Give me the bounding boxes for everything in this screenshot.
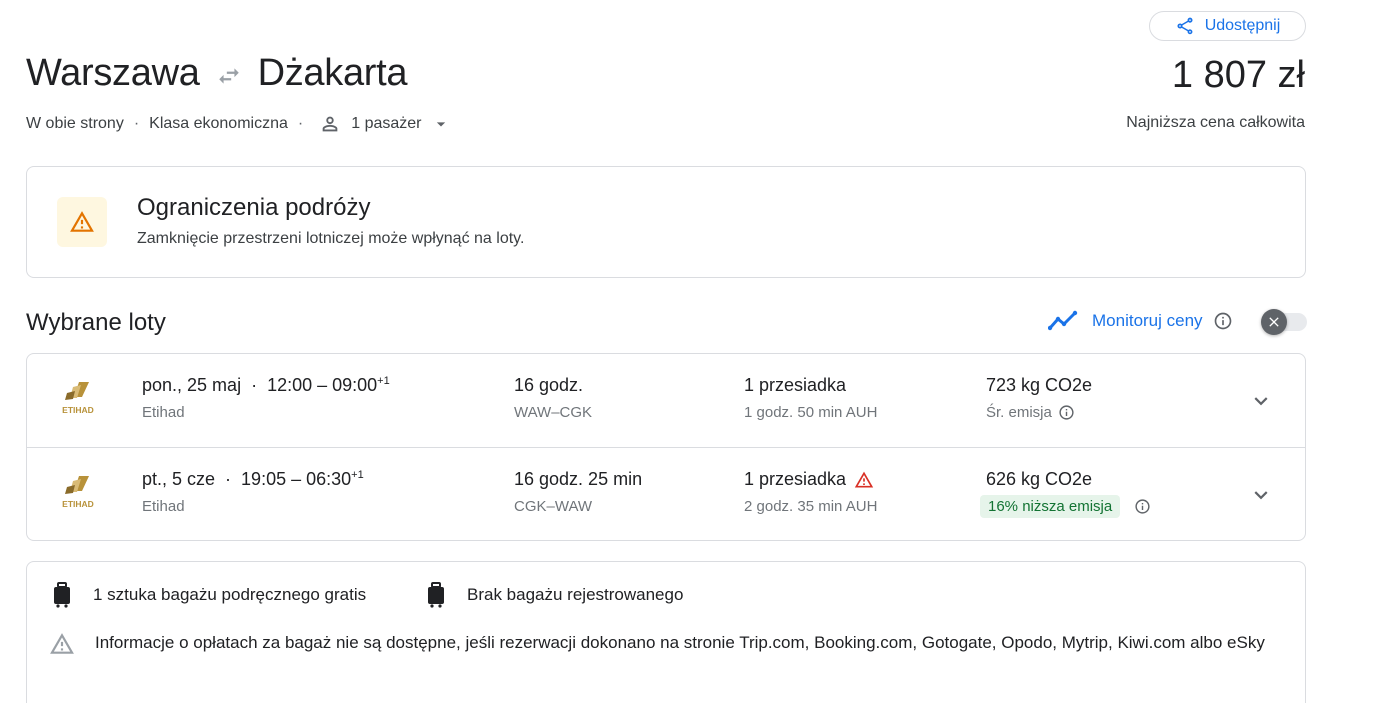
passenger-count[interactable]: 1 pasażer [351,115,421,133]
share-button[interactable]: Udostępnij [1149,11,1306,41]
co2-emissions: 626 kg CO2e [986,469,1093,489]
track-prices[interactable]: Monitoruj ceny [1048,310,1233,332]
trip-details: W obie strony · Klasa ekonomiczna · 1 pa… [26,113,451,135]
total-price: 1 807 zł [1171,54,1305,96]
airline-name: Etihad [142,404,185,421]
close-icon [1269,317,1279,327]
toggle-knob [1261,309,1287,335]
flight-route: CGK–WAW [514,498,593,515]
checked-bag-info: Brak bagażu rejestrowanego [425,582,683,608]
flight-duration: 16 godz. 25 min [514,469,643,489]
info-icon[interactable] [1213,311,1233,331]
alert-title: Ograniczenia podróży [137,194,371,221]
flight-route: WAW–CGK [514,404,593,421]
svg-text:ETIHAD: ETIHAD [62,405,94,415]
svg-text:ETIHAD: ETIHAD [62,499,94,509]
co2-emissions: 723 kg CO2e [986,375,1093,395]
selected-flights-card: ETIHAD pon., 25 maj · 12:00 – 09:00+1 Et… [26,353,1306,541]
warning-icon [50,633,74,654]
airline-name: Etihad [142,498,185,515]
stops-info: 1 przesiadka [744,375,846,396]
emission-label: Śr. emisja [986,404,1052,421]
caret-down-icon[interactable] [431,114,451,134]
chevron-down-icon[interactable] [1248,482,1274,508]
flight-row-outbound[interactable]: ETIHAD pon., 25 maj · 12:00 – 09:00+1 Et… [27,354,1305,448]
stops-count: 1 przesiadka [744,469,847,489]
flight-times: 12:00 – 09:00 [267,375,378,395]
baggage-fee-note: Informacje o opłatach za bagaż nie są do… [47,628,1297,658]
day-offset: +1 [377,375,390,387]
airline-logo: ETIHAD [62,476,94,509]
flight-times: 19:05 – 06:30 [241,469,352,489]
day-offset: +1 [351,469,364,481]
flight-date: pon., 25 maj [142,375,242,395]
section-title: Wybrane loty [26,309,166,336]
lower-emission-badge: 16% niższa emisja [980,495,1121,518]
flight-duration: 16 godz. [514,375,584,395]
checked-bag-label: Brak bagażu rejestrowanego [467,585,684,604]
stops-count: 1 przesiadka [744,375,847,395]
origin-city: Warszawa [26,52,200,94]
price-note: Najniższa cena całkowita [1126,114,1305,131]
info-icon[interactable] [1058,404,1075,421]
trend-icon [1048,310,1078,331]
flight-date: pt., 5 cze [142,469,216,489]
share-label: Udostępnij [1204,17,1281,34]
luggage-icon [54,582,70,608]
page-title: Warszawa Dżakarta [26,52,408,95]
destination-city: Dżakarta [257,52,408,94]
flight-date-time: pon., 25 maj · 12:00 – 09:00+1 [142,375,390,395]
separator-dot: · [297,115,304,132]
luggage-icon [428,582,444,608]
emission-note: 16% niższa emisja [980,495,1151,518]
warning-icon [70,211,94,232]
airline-logo: ETIHAD [62,382,94,415]
layover-info: 1 godz. 50 min AUH [744,404,878,421]
stops-info: 1 przesiadka [744,469,874,490]
flight-row-return[interactable]: ETIHAD pt., 5 cze · 19:05 – 06:30+1 Etih… [27,448,1305,540]
warning-icon-box [57,197,107,247]
carry-on-info: 1 sztuka bagażu podręcznego gratis [51,582,366,608]
track-prices-toggle[interactable] [1261,309,1307,335]
person-icon [322,116,338,132]
track-prices-label[interactable]: Monitoruj ceny [1092,311,1203,331]
info-icon[interactable] [1134,498,1151,515]
separator-dot: · [133,115,140,132]
trip-type: W obie strony [26,115,124,132]
emission-note: Śr. emisja [986,404,1075,421]
flight-date-time: pt., 5 cze · 19:05 – 06:30+1 [142,469,364,489]
alert-text: Zamknięcie przestrzeni lotniczej może wp… [137,230,525,247]
cabin-class: Klasa ekonomiczna [149,115,288,132]
travel-restrictions-card: Ograniczenia podróży Zamknięcie przestrz… [26,166,1306,278]
chevron-down-icon[interactable] [1248,388,1274,414]
baggage-card: 1 sztuka bagażu podręcznego gratis Brak … [26,561,1306,703]
share-icon [1177,17,1193,35]
warning-icon[interactable] [854,470,874,490]
layover-info: 2 godz. 35 min AUH [744,498,878,515]
baggage-note-text: Informacje o opłatach za bagaż nie są do… [95,633,1265,652]
carry-on-label: 1 sztuka bagażu podręcznego gratis [93,585,367,604]
swap-arrows-icon [218,67,239,84]
